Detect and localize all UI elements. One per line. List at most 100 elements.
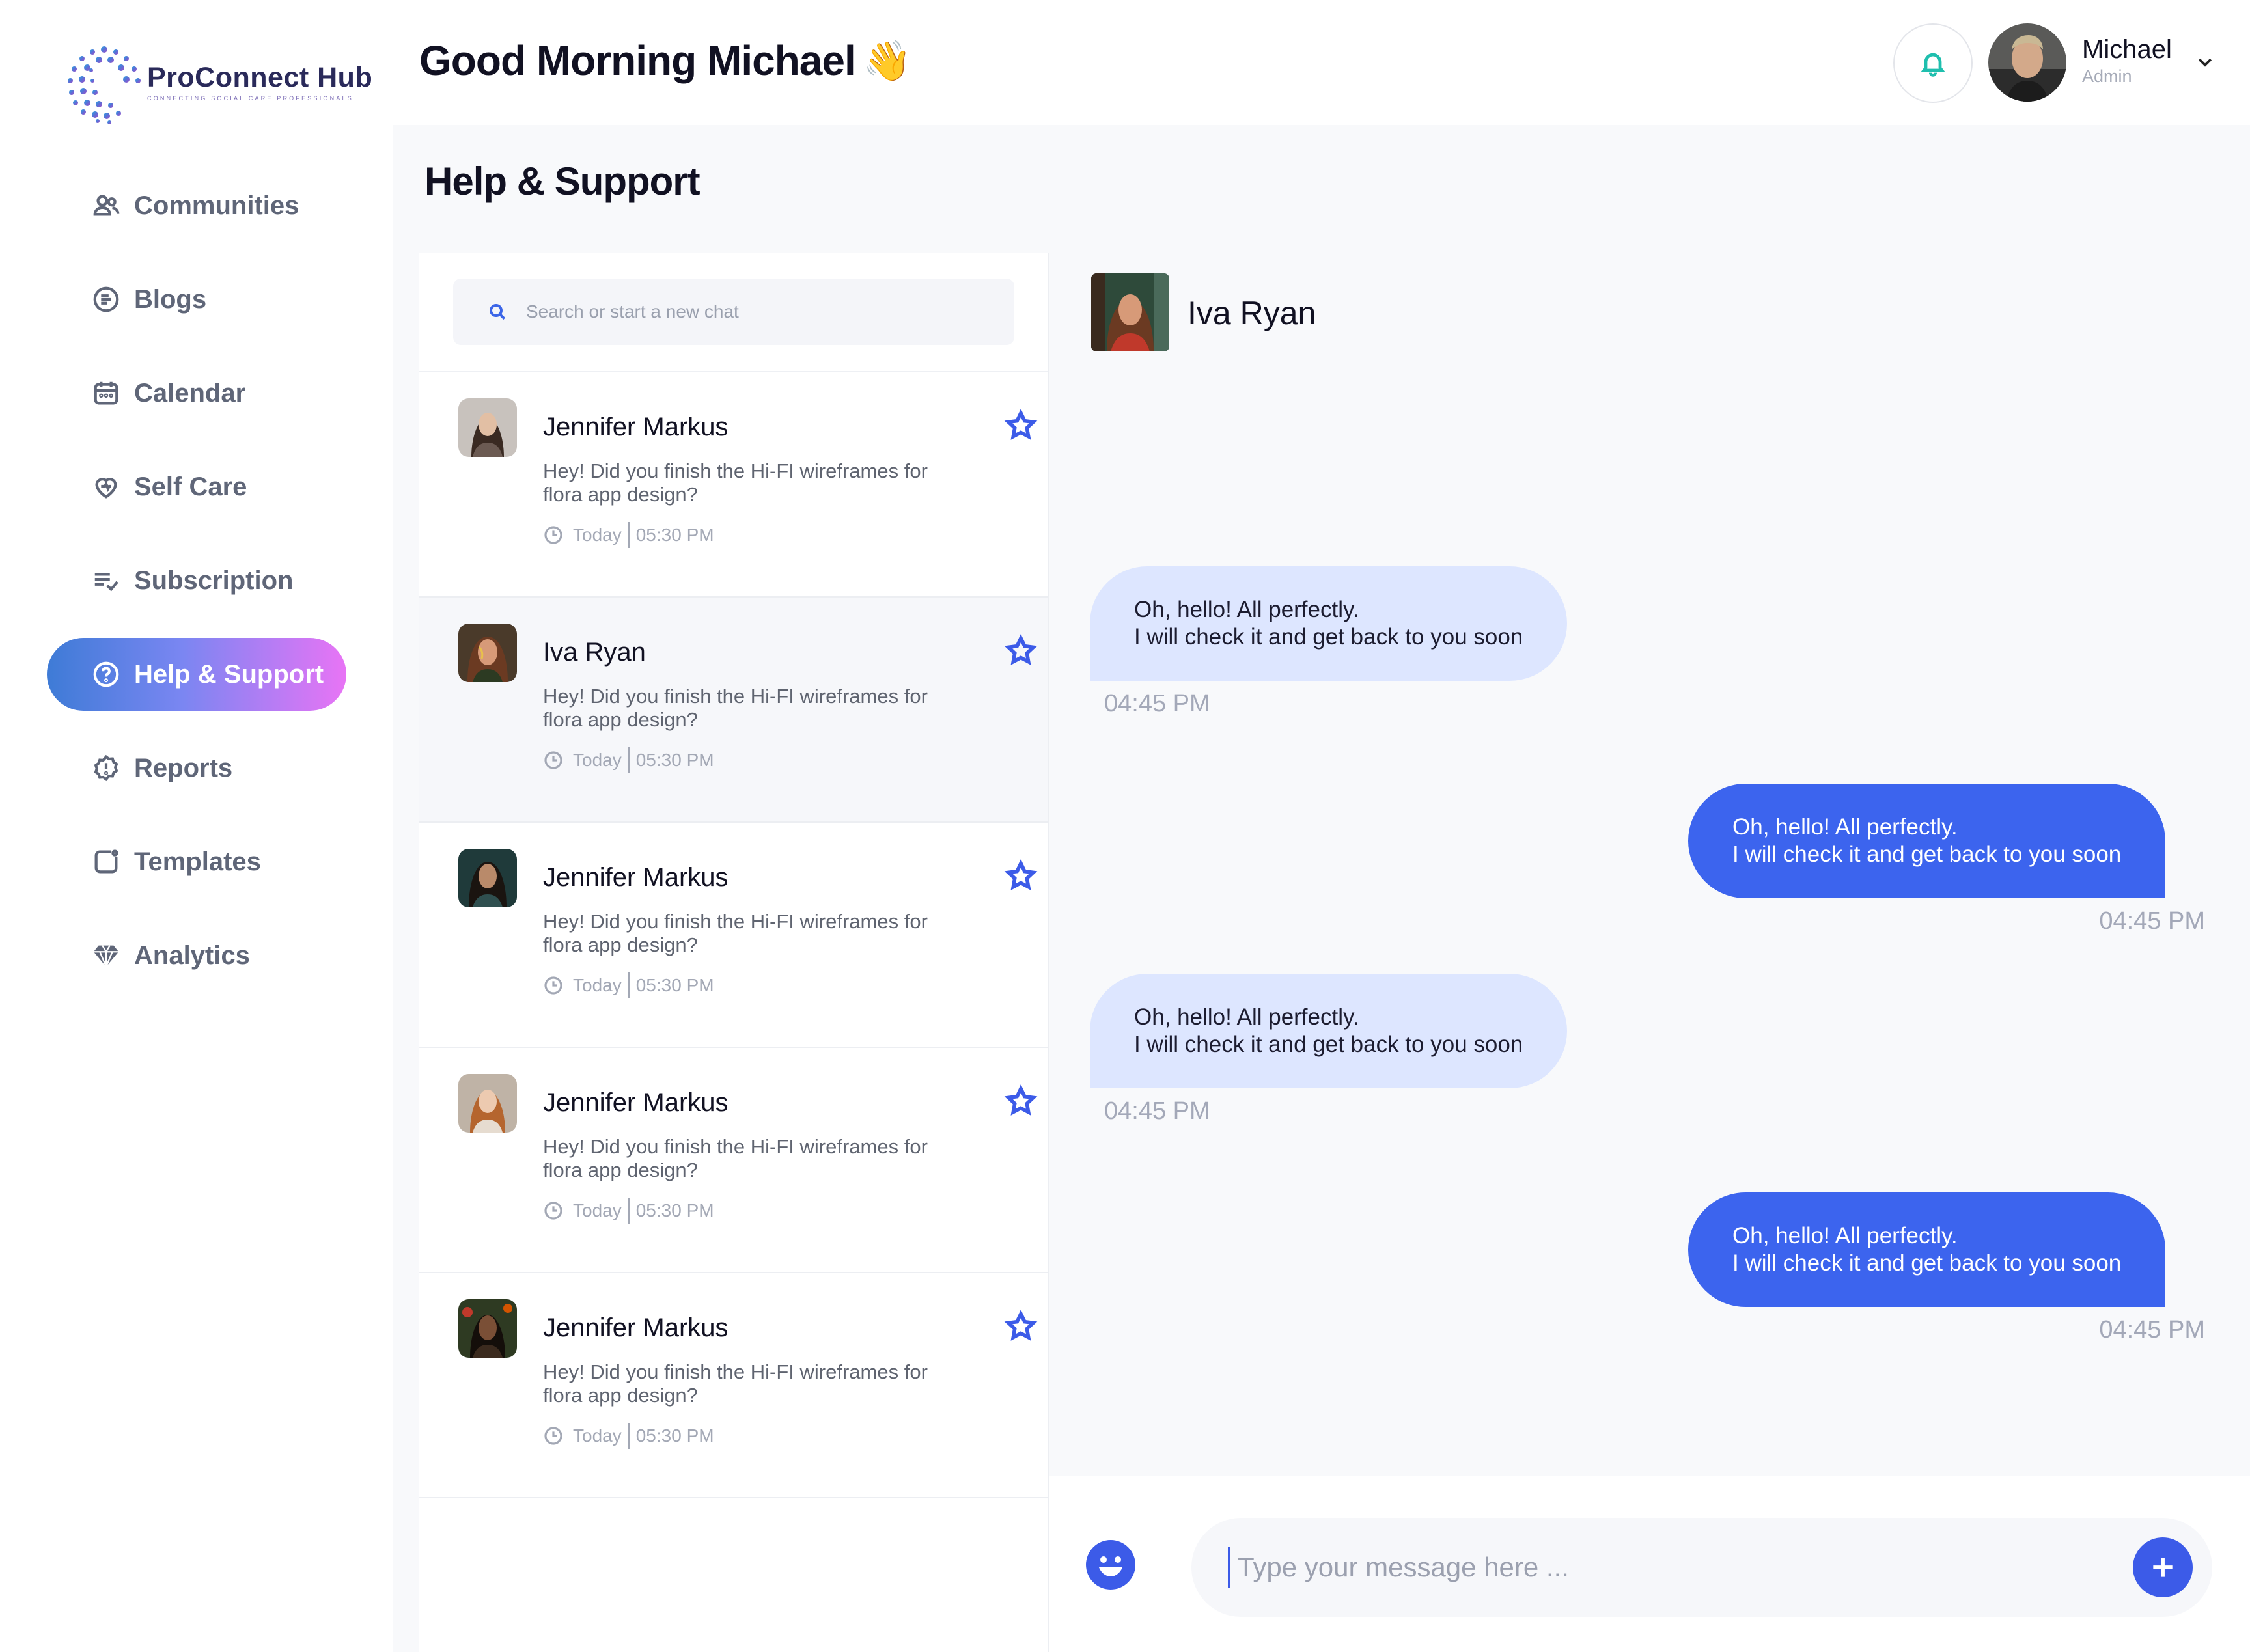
message-line: Oh, hello! All perfectly. <box>1134 597 1359 622</box>
chat-list-item[interactable]: Jennifer Markus Hey! Did you finish the … <box>419 823 1048 1048</box>
chat-time: 05:30 PM <box>635 975 714 995</box>
clock-icon <box>544 1202 562 1220</box>
contact-avatar <box>458 624 517 682</box>
chat-time: 05:30 PM <box>635 1200 714 1220</box>
incoming-message-bubble: Oh, hello! All perfectly. I will check i… <box>1090 974 1568 1088</box>
sidebar-item-reports[interactable]: Reports <box>47 732 346 805</box>
chat-time: 05:30 PM <box>635 525 714 545</box>
conversation-contact-name: Iva Ryan <box>1188 295 1316 331</box>
chat-day: Today <box>573 525 622 545</box>
chat-contact-name: Jennifer Markus <box>543 863 729 892</box>
sidebar-nav: Communities Blogs Calendar Self Care Sub… <box>47 169 346 1013</box>
search-bar[interactable] <box>453 279 1014 345</box>
sidebar-item-help-support[interactable]: Help & Support <box>47 638 346 711</box>
sidebar-item-label: Subscription <box>134 566 294 595</box>
chat-list-item[interactable]: Iva Ryan Hey! Did you finish the Hi-FI w… <box>419 598 1048 823</box>
page-title: Help & Support <box>424 159 701 203</box>
star-icon <box>1004 859 1038 890</box>
sidebar-item-communities[interactable]: Communities <box>47 169 346 242</box>
chat-list-panel: Jennifer Markus Hey! Did you finish the … <box>419 253 1048 1652</box>
chat-timestamp: Today 05:30 PM <box>543 522 714 548</box>
chat-time: 05:30 PM <box>635 750 714 770</box>
message-line: Oh, hello! All perfectly. <box>1732 1223 1958 1248</box>
sidebar-item-label: Self Care <box>134 472 247 501</box>
chat-preview: Hey! Did you finish the Hi-FI wireframes… <box>543 1360 928 1407</box>
contact-avatar <box>458 1074 517 1133</box>
message-input[interactable] <box>1238 1552 2084 1583</box>
main-content: Help & Support Jennifer Markus Hey! Did … <box>393 125 2250 1652</box>
calendar-icon <box>94 381 118 405</box>
message-composer <box>1049 1476 2250 1652</box>
message-input-field[interactable] <box>1191 1518 2212 1617</box>
text-caret <box>1228 1547 1230 1588</box>
blog-icon <box>93 286 119 312</box>
star-icon <box>1004 1310 1038 1341</box>
chat-day: Today <box>573 975 622 995</box>
chat-timestamp: Today 05:30 PM <box>543 747 714 773</box>
sidebar-item-analytics[interactable]: Analytics <box>47 919 346 992</box>
chat-list-item[interactable]: Jennifer Markus Hey! Did you finish the … <box>419 372 1048 598</box>
app-root: ProConnect Hub CONNECTING SOCIAL CARE PR… <box>0 0 2250 1652</box>
logo-globe-icon <box>68 46 141 124</box>
message-line: I will check it and get back to you soon <box>1732 1250 2122 1276</box>
favorite-toggle[interactable] <box>1004 1084 1038 1118</box>
greeting-heading: Good Morning Michael 👋 <box>419 36 911 85</box>
sidebar-item-label: Calendar <box>134 378 246 407</box>
template-icon <box>94 849 118 874</box>
user-avatar-photo <box>1988 23 2066 102</box>
user-menu-toggle[interactable] <box>2195 52 2215 72</box>
chat-day: Today <box>573 1200 622 1220</box>
users-icon <box>93 195 120 216</box>
chat-time: 05:30 PM <box>635 1425 714 1446</box>
add-attachment-button[interactable] <box>2133 1537 2193 1597</box>
sidebar-item-self-care[interactable]: Self Care <box>47 450 346 523</box>
user-avatar[interactable] <box>1988 23 2066 102</box>
sidebar-item-label: Templates <box>134 847 261 876</box>
chat-day: Today <box>573 1425 622 1446</box>
clock-icon <box>544 751 562 769</box>
gem-icon <box>93 945 119 969</box>
message-line: I will check it and get back to you soon <box>1134 624 1523 650</box>
star-icon <box>1004 634 1038 665</box>
user-name[interactable]: Michael <box>2082 35 2172 64</box>
plus-icon <box>2153 1558 2173 1577</box>
sidebar-item-templates[interactable]: Templates <box>47 825 346 898</box>
chat-preview: Hey! Did you finish the Hi-FI wireframes… <box>543 460 928 506</box>
message-time: 04:45 PM <box>2099 907 2205 935</box>
notifications-button[interactable] <box>1893 23 1973 103</box>
sidebar-item-calendar[interactable]: Calendar <box>47 357 346 430</box>
waving-hand-icon: 👋 <box>863 38 912 83</box>
chat-contact-name: Jennifer Markus <box>543 1314 729 1342</box>
user-role: Admin <box>2082 66 2132 86</box>
clock-icon <box>544 526 562 544</box>
star-icon <box>1004 1084 1038 1116</box>
conversation-contact-avatar[interactable] <box>1091 273 1169 351</box>
divider <box>628 522 630 548</box>
chat-contact-name: Jennifer Markus <box>543 413 729 441</box>
divider <box>628 1423 630 1449</box>
chat-preview: Hey! Did you finish the Hi-FI wireframes… <box>543 1135 928 1181</box>
search-input[interactable] <box>526 301 982 322</box>
divider <box>628 972 630 998</box>
chat-list-item[interactable]: Jennifer Markus Hey! Did you finish the … <box>419 1048 1048 1273</box>
brand-logo[interactable]: ProConnect Hub CONNECTING SOCIAL CARE PR… <box>59 40 372 126</box>
chat-preview: Hey! Did you finish the Hi-FI wireframes… <box>543 910 928 956</box>
sidebar-item-label: Blogs <box>134 284 207 314</box>
chevron-down-icon <box>2198 58 2212 67</box>
chat-timestamp: Today 05:30 PM <box>543 972 714 998</box>
emoji-button[interactable] <box>1086 1540 1135 1590</box>
favorite-toggle[interactable] <box>1004 1310 1038 1343</box>
favorite-toggle[interactable] <box>1004 859 1038 893</box>
conversation-panel: Iva Ryan Oh, hello! All perfectly. I wil… <box>1048 253 2250 1652</box>
divider <box>628 747 630 773</box>
chat-list-item[interactable]: Jennifer Markus Hey! Did you finish the … <box>419 1273 1048 1498</box>
sidebar-item-blogs[interactable]: Blogs <box>47 263 346 336</box>
sidebar-item-label: Analytics <box>134 941 250 970</box>
favorite-toggle[interactable] <box>1004 634 1038 668</box>
list-check-icon <box>94 573 118 592</box>
star-icon <box>1004 409 1038 440</box>
outgoing-message-bubble: Oh, hello! All perfectly. I will check i… <box>1688 1192 2166 1307</box>
sidebar-item-subscription[interactable]: Subscription <box>47 544 346 617</box>
favorite-toggle[interactable] <box>1004 409 1038 443</box>
sidebar-item-label: Reports <box>134 753 233 782</box>
